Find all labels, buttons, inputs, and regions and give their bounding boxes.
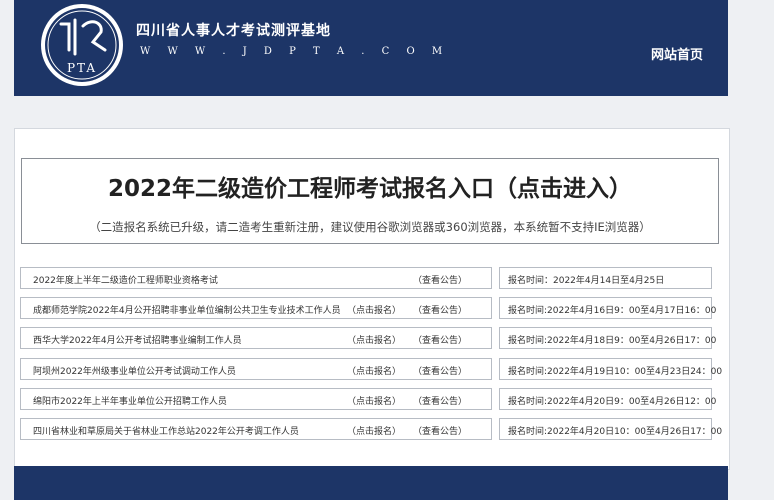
page-title[interactable]: 2022年二级造价工程师考试报名入口（点击进入） [22, 169, 718, 203]
browser-notice: （二造报名系统已升级，请二造考生重新注册，建议使用谷歌浏览器或360浏览器，本系… [89, 220, 651, 234]
site-footer [14, 466, 728, 500]
exam-name-link[interactable]: 四川省林业和草原局关于省林业工作总站2022年公开考调工作人员 [33, 424, 299, 437]
view-notice-link[interactable]: （查看公告） [413, 394, 467, 407]
view-notice-link[interactable]: （查看公告） [413, 303, 467, 316]
view-notice-link[interactable]: （查看公告） [413, 424, 467, 437]
registration-entry-box[interactable]: 2022年二级造价工程师考试报名入口（点击进入） （二造报名系统已升级，请二造考… [21, 158, 719, 244]
site-header: PTA 四川省人事人才考试测评基地 W W W . J D P T A . C … [14, 0, 728, 96]
view-notice-link[interactable]: （查看公告） [413, 273, 467, 286]
registration-time: 报名时间:2022年4月19日10：00至4月23日24：00 [499, 358, 722, 380]
registration-time-text: 报名时间:2022年4月16日9：00至4月17日16：00 [508, 306, 717, 316]
exam-name-link[interactable]: 绵阳市2022年上半年事业单位公开招聘工作人员 [33, 394, 227, 407]
site-title: 四川省人事人才考试测评基地 [136, 23, 331, 39]
registration-time: 报名时间:2022年4月16日9：00至4月17日16：00 [499, 297, 716, 319]
registration-time-text: 报名时间:2022年4月19日10：00至4月23日24：00 [508, 367, 723, 377]
registration-time: 报名时间：2022年4月14日至4月25日 [499, 267, 712, 289]
site-url: W W W . J D P T A . C O M [140, 46, 450, 57]
apply-link[interactable]: （点击报名） [347, 394, 401, 407]
view-notice-link[interactable]: （查看公告） [413, 364, 467, 377]
list-item: 绵阳市2022年上半年事业单位公开招聘工作人员 （点击报名） （查看公告） [20, 388, 492, 410]
registration-time-text: 报名时间:2022年4月18日9：00至4月26日17：00 [508, 336, 717, 346]
exam-name-link[interactable]: 2022年度上半年二级造价工程师职业资格考试 [33, 273, 218, 286]
logo-text: PTA [67, 61, 97, 75]
registration-time: 报名时间:2022年4月20日10：00至4月26日17：00 [499, 418, 722, 440]
apply-link[interactable]: （点击报名） [347, 424, 401, 437]
registration-time: 报名时间:2022年4月18日9：00至4月26日17：00 [499, 327, 716, 349]
exam-name-link[interactable]: 阿坝州2022年州级事业单位公开考试调动工作人员 [33, 364, 236, 377]
list-item: 四川省林业和草原局关于省林业工作总站2022年公开考调工作人员 （点击报名） （查看… [20, 418, 492, 440]
home-link[interactable]: 网站首页 [651, 44, 703, 63]
exam-name-link[interactable]: 西华大学2022年4月公开考试招聘事业编制工作人员 [33, 333, 242, 346]
registration-time-text: 报名时间：2022年4月14日至4月25日 [508, 276, 665, 286]
apply-link[interactable]: （点击报名） [347, 303, 401, 316]
exam-name-link[interactable]: 成都师范学院2022年4月公开招聘非事业单位编制公共卫生专业技术工作人员 [33, 303, 341, 316]
view-notice-link[interactable]: （查看公告） [413, 333, 467, 346]
apply-link[interactable]: （点击报名） [347, 364, 401, 377]
list-item: 2022年度上半年二级造价工程师职业资格考试 （查看公告） [20, 267, 492, 289]
registration-time-text: 报名时间:2022年4月20日10：00至4月26日17：00 [508, 427, 723, 437]
list-item: 阿坝州2022年州级事业单位公开考试调动工作人员 （点击报名） （查看公告） [20, 358, 492, 380]
registration-time: 报名时间:2022年4月20日9：00至4月26日12：00 [499, 388, 716, 410]
list-item: 成都师范学院2022年4月公开招聘非事业单位编制公共卫生专业技术工作人员 （点击报… [20, 297, 492, 319]
list-item: 西华大学2022年4月公开考试招聘事业编制工作人员 （点击报名） （查看公告） [20, 327, 492, 349]
apply-link[interactable]: （点击报名） [347, 333, 401, 346]
pta-logo-icon[interactable]: PTA [39, 2, 125, 88]
registration-time-text: 报名时间:2022年4月20日9：00至4月26日12：00 [508, 397, 717, 407]
